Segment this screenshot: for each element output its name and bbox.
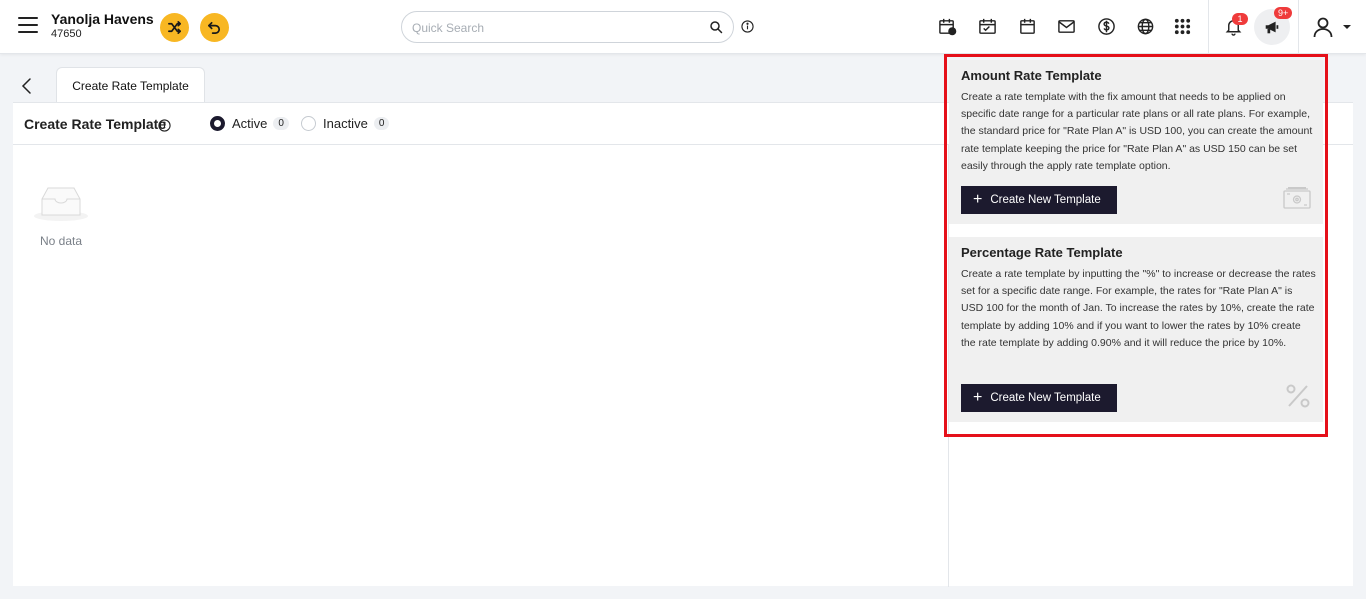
filter-count: 0 bbox=[373, 117, 390, 130]
filter-inactive-radio[interactable]: Inactive 0 bbox=[301, 116, 390, 131]
filter-active-radio[interactable]: Active 0 bbox=[210, 116, 289, 131]
notification-badge: 1 bbox=[1232, 13, 1248, 25]
user-icon bbox=[1313, 17, 1333, 38]
calendar-check-icon[interactable] bbox=[977, 16, 997, 36]
toolbar-divider bbox=[1208, 0, 1209, 54]
hotel-id: 47650 bbox=[51, 28, 82, 40]
calendar-icon[interactable] bbox=[1017, 16, 1037, 36]
shuffle-icon bbox=[168, 21, 181, 34]
switch-property-button[interactable] bbox=[160, 13, 189, 42]
quick-search bbox=[401, 11, 734, 43]
undo-icon bbox=[208, 21, 221, 34]
info-icon[interactable] bbox=[158, 119, 171, 132]
toolbar-divider bbox=[1298, 0, 1299, 54]
caret-down-icon bbox=[1343, 25, 1351, 29]
megaphone-icon bbox=[1265, 21, 1279, 34]
highlight-frame bbox=[944, 54, 1328, 437]
filter-label: Inactive bbox=[323, 116, 368, 131]
radio-unselected-icon bbox=[301, 116, 316, 131]
empty-state-text: No data bbox=[39, 234, 83, 248]
empty-state: No data bbox=[33, 185, 89, 248]
filter-label: Active bbox=[232, 116, 268, 131]
back-arrow-icon[interactable] bbox=[17, 76, 37, 96]
calendar-add-icon[interactable] bbox=[937, 16, 957, 36]
radio-selected-icon bbox=[210, 116, 225, 131]
filter-count: 0 bbox=[273, 117, 289, 130]
user-menu[interactable] bbox=[1312, 15, 1356, 39]
hotel-name: Yanolja Havens bbox=[51, 11, 154, 27]
hotel-info: Yanolja Havens 47650 bbox=[51, 11, 154, 41]
apps-grid-icon[interactable] bbox=[1172, 16, 1192, 36]
search-icon[interactable] bbox=[709, 20, 723, 34]
page-title: Create Rate Template bbox=[24, 116, 167, 132]
mail-icon[interactable] bbox=[1056, 16, 1076, 36]
dollar-icon[interactable] bbox=[1096, 16, 1116, 36]
search-input[interactable] bbox=[412, 18, 702, 38]
top-bar: Yanolja Havens 47650 1 9+ bbox=[0, 0, 1366, 54]
tab-create-rate-template[interactable]: Create Rate Template bbox=[56, 67, 205, 103]
info-icon[interactable] bbox=[741, 20, 754, 33]
undo-button[interactable] bbox=[200, 13, 229, 42]
globe-icon[interactable] bbox=[1135, 16, 1155, 36]
announcement-badge: 9+ bbox=[1274, 7, 1293, 19]
empty-inbox-icon bbox=[34, 187, 88, 221]
menu-icon[interactable] bbox=[18, 17, 38, 35]
